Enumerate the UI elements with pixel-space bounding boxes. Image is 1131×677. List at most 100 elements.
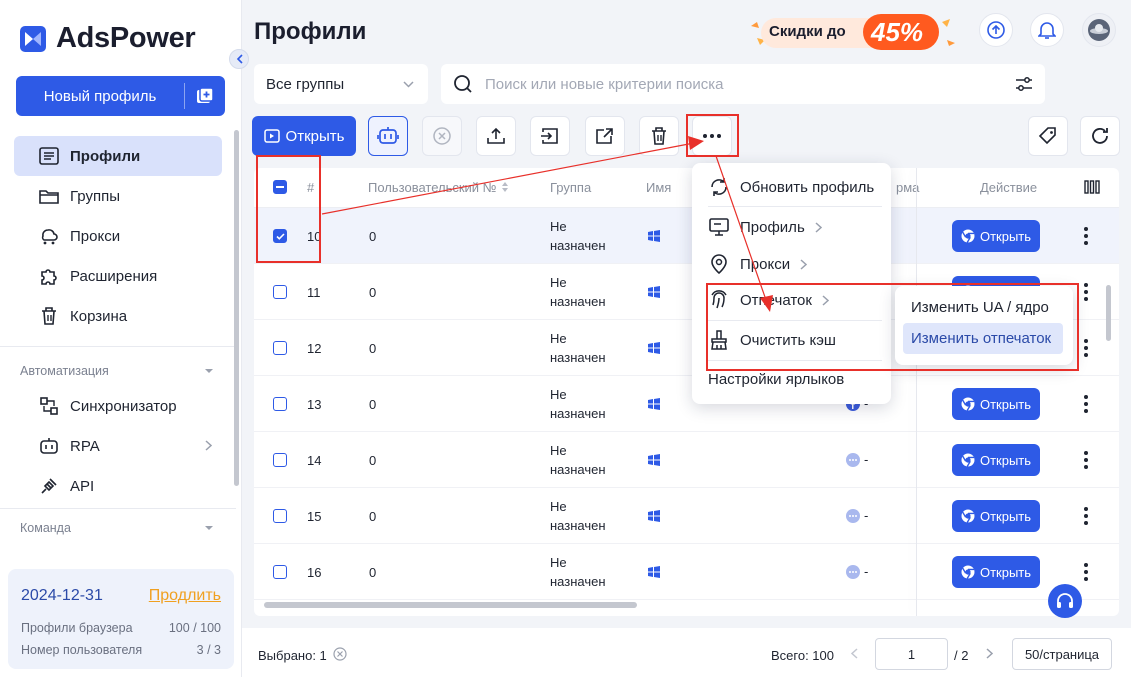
row-checkbox[interactable] bbox=[273, 341, 287, 355]
prev-page-icon[interactable] bbox=[851, 648, 858, 659]
menu-fingerprint[interactable]: Отпечаток bbox=[708, 289, 829, 311]
section-automation[interactable]: Автоматизация bbox=[20, 364, 214, 378]
menu-proxy[interactable]: Прокси bbox=[708, 253, 808, 275]
open-button[interactable]: Открыть bbox=[252, 116, 356, 156]
import-button[interactable] bbox=[530, 116, 570, 156]
sidebar-item-profiles[interactable]: Профили bbox=[14, 136, 222, 176]
row-open-button[interactable]: Открыть bbox=[952, 444, 1040, 476]
table-row[interactable]: 14 0 Не назначен - Открыть bbox=[254, 432, 1119, 488]
row-more-icon[interactable] bbox=[1083, 450, 1089, 470]
section-team[interactable]: Команда bbox=[20, 521, 214, 535]
sidebar-item-groups[interactable]: Группы bbox=[14, 176, 222, 216]
rpa-button[interactable] bbox=[368, 116, 408, 156]
sidebar-item-extensions[interactable]: Расширения bbox=[14, 256, 222, 296]
chevron-right-icon bbox=[822, 294, 829, 306]
search-icon bbox=[454, 75, 472, 93]
menu-change-ua[interactable]: Изменить UA / ядро bbox=[903, 292, 1063, 323]
upload-update-button[interactable] bbox=[979, 13, 1013, 47]
search-bar[interactable] bbox=[441, 64, 1045, 104]
new-profile-button[interactable]: Новый профиль bbox=[16, 76, 225, 116]
refresh-button[interactable] bbox=[1080, 116, 1120, 156]
avatar[interactable] bbox=[1082, 13, 1116, 47]
robot-icon bbox=[377, 127, 399, 144]
page-input[interactable]: 1 bbox=[875, 638, 948, 670]
table-vertical-scrollbar[interactable] bbox=[1106, 285, 1111, 341]
update-icon bbox=[987, 21, 1005, 39]
row-group: Не назначен bbox=[550, 275, 606, 309]
page-title: Профили bbox=[254, 18, 367, 45]
delete-button[interactable] bbox=[639, 116, 679, 156]
sidebar-item-label: Прокси bbox=[70, 227, 121, 245]
table-row[interactable]: 130Неназначен-Открыть bbox=[254, 376, 1119, 432]
row-index: 12 bbox=[307, 341, 322, 356]
close-browser-button[interactable] bbox=[422, 116, 462, 156]
windows-icon bbox=[648, 566, 660, 578]
row-group: Не назначен bbox=[550, 387, 606, 421]
row-open-button[interactable]: Открыть bbox=[952, 220, 1040, 252]
renew-link[interactable]: Продлить bbox=[149, 587, 221, 605]
tag-button[interactable] bbox=[1028, 116, 1068, 156]
adspower-logo-icon bbox=[20, 25, 46, 52]
proxy-icon bbox=[38, 225, 60, 247]
next-page-icon[interactable] bbox=[986, 648, 993, 659]
search-input[interactable] bbox=[485, 75, 1003, 93]
row-checkbox[interactable] bbox=[273, 285, 287, 299]
table-horizontal-scrollbar[interactable] bbox=[264, 602, 637, 608]
row-user-no: 0 bbox=[369, 397, 377, 412]
select-all-checkbox[interactable] bbox=[273, 180, 287, 194]
menu-label-settings[interactable]: Настройки ярлыков bbox=[708, 371, 844, 388]
monitor-icon bbox=[709, 218, 729, 236]
row-checkbox[interactable] bbox=[273, 453, 287, 467]
sidebar-item-synchronizer[interactable]: Синхронизатор bbox=[14, 386, 222, 426]
menu-profile[interactable]: Профиль bbox=[708, 217, 822, 237]
table-row[interactable]: 15 0 Не назначен - Открыть bbox=[254, 488, 1119, 544]
row-group: Не назначен bbox=[550, 219, 606, 253]
menu-refresh-profile[interactable]: Обновить профиль bbox=[708, 176, 874, 198]
row-checkbox[interactable] bbox=[273, 565, 287, 579]
row-checkbox[interactable] bbox=[273, 229, 287, 243]
add-profile-icon[interactable] bbox=[185, 87, 225, 105]
sidebar-scrollbar[interactable] bbox=[234, 130, 239, 486]
row-open-button[interactable]: Открыть bbox=[952, 388, 1040, 420]
sidebar-item-trash[interactable]: Корзина bbox=[14, 296, 222, 336]
support-button[interactable] bbox=[1048, 584, 1082, 618]
row-open-button[interactable]: Открыть bbox=[952, 556, 1040, 588]
upload-button[interactable] bbox=[476, 116, 516, 156]
menu-clear-cache[interactable]: Очистить кэш bbox=[708, 329, 836, 351]
sidebar-item-api[interactable]: API bbox=[14, 466, 222, 506]
row-more-icon[interactable] bbox=[1083, 282, 1089, 302]
table-row[interactable]: 16 0 Не назначен - Открыть bbox=[254, 544, 1119, 600]
notifications-button[interactable] bbox=[1030, 13, 1064, 47]
sidebar-item-label: Группы bbox=[70, 187, 120, 205]
avatar-icon bbox=[1088, 19, 1110, 41]
sidebar-item-proxy[interactable]: Прокси bbox=[14, 216, 222, 256]
per-page-select[interactable]: 50/страница bbox=[1012, 638, 1112, 670]
clear-selection-icon[interactable] bbox=[333, 647, 347, 661]
promo-banner[interactable]: Скидки до 45% bbox=[747, 12, 962, 52]
row-index: 15 bbox=[307, 509, 322, 524]
row-checkbox[interactable] bbox=[273, 509, 287, 523]
sidebar-item-rpa[interactable]: RPA bbox=[14, 426, 222, 466]
row-more-icon[interactable] bbox=[1083, 338, 1089, 358]
chrome-icon bbox=[961, 397, 975, 411]
collapse-sidebar-button[interactable] bbox=[229, 49, 249, 69]
share-icon bbox=[596, 128, 613, 144]
table-row[interactable]: 10 0 Не назначен Открыть bbox=[254, 208, 1119, 264]
row-index: 11 bbox=[307, 285, 321, 300]
row-more-icon[interactable] bbox=[1083, 226, 1089, 246]
group-select[interactable]: Все группы bbox=[254, 64, 428, 104]
row-more-icon[interactable] bbox=[1083, 394, 1089, 414]
menu-change-fingerprint[interactable]: Изменить отпечаток bbox=[903, 323, 1063, 354]
browser-open-icon bbox=[263, 129, 280, 143]
row-more-icon[interactable] bbox=[1083, 506, 1089, 526]
row-open-button[interactable]: Открыть bbox=[952, 500, 1040, 532]
more-button[interactable] bbox=[692, 116, 732, 156]
row-more-icon[interactable] bbox=[1083, 562, 1089, 582]
row-checkbox[interactable] bbox=[273, 397, 287, 411]
table-header: # Пользовательский № Группа Имя рма Дейс… bbox=[254, 168, 1119, 208]
windows-icon bbox=[648, 342, 660, 354]
row-user-no: 0 bbox=[369, 453, 377, 468]
row-index: 16 bbox=[307, 565, 322, 580]
share-button[interactable] bbox=[585, 116, 625, 156]
total-pages: / 2 bbox=[954, 648, 969, 663]
